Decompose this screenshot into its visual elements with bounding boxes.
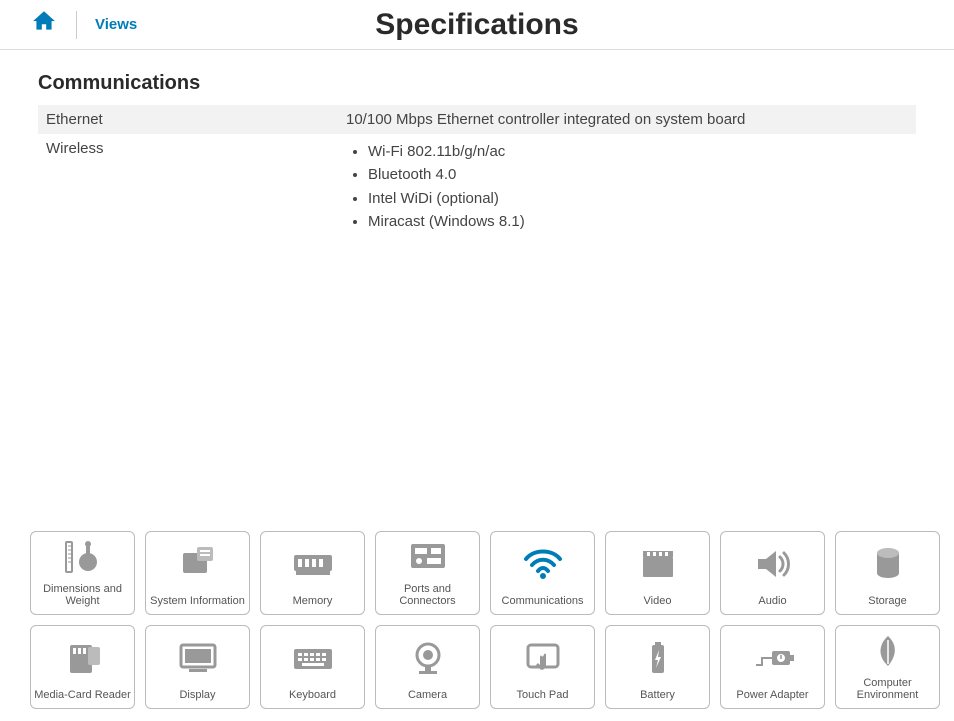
nav-tile-ports[interactable]: Ports and Connectors (375, 531, 480, 615)
nav-tile-system[interactable]: System Information (145, 531, 250, 615)
list-item: Wi-Fi 802.11b/g/n/ac (368, 140, 908, 163)
nav-tile-display[interactable]: Display (145, 625, 250, 709)
keyboard-icon (261, 626, 364, 689)
nav-tile-label: Communications (502, 595, 584, 608)
nav-tile-label: Display (179, 689, 215, 702)
ports-icon (376, 532, 479, 583)
wifi-icon (491, 532, 594, 595)
nav-tile-wifi[interactable]: Communications (490, 531, 595, 615)
nav-tile-label: Ports and Connectors (376, 583, 479, 608)
nav-tile-memory[interactable]: Memory (260, 531, 365, 615)
battery-icon (606, 626, 709, 689)
nav-tile-label: Dimensions and Weight (31, 583, 134, 608)
nav-tile-label: Battery (640, 689, 675, 702)
home-icon[interactable] (30, 8, 58, 41)
nav-tile-battery[interactable]: Battery (605, 625, 710, 709)
system-icon (146, 532, 249, 595)
nav-tile-label: Touch Pad (517, 689, 569, 702)
page-title: Specifications (375, 8, 578, 42)
spec-value: 10/100 Mbps Ethernet controller integrat… (338, 105, 916, 134)
spec-label: Wireless (38, 134, 338, 239)
display-icon (146, 626, 249, 689)
nav-tile-camera[interactable]: Camera (375, 625, 480, 709)
nav-tile-keyboard[interactable]: Keyboard (260, 625, 365, 709)
nav-tile-label: Camera (408, 689, 447, 702)
nav-tile-label: System Information (150, 595, 245, 608)
spec-table: Ethernet 10/100 Mbps Ethernet controller… (38, 105, 916, 239)
nav-tile-audio[interactable]: Audio (720, 531, 825, 615)
section-title: Communications (38, 72, 916, 95)
touchpad-icon (491, 626, 594, 689)
nav-tile-label: Keyboard (289, 689, 336, 702)
nav-tile-video[interactable]: Video (605, 531, 710, 615)
table-row: Wireless Wi-Fi 802.11b/g/n/ac Bluetooth … (38, 134, 916, 239)
wireless-list: Wi-Fi 802.11b/g/n/ac Bluetooth 4.0 Intel… (346, 140, 908, 233)
nav-tile-label: Storage (868, 595, 907, 608)
spec-label: Ethernet (38, 105, 338, 134)
nav-tile-label: Media-Card Reader (34, 689, 131, 702)
camera-icon (376, 626, 479, 689)
nav-tile-label: Audio (758, 595, 786, 608)
nav-tile-mediacard[interactable]: Media-Card Reader (30, 625, 135, 709)
memory-icon (261, 532, 364, 595)
video-icon (606, 532, 709, 595)
audio-icon (721, 532, 824, 595)
list-item: Intel WiDi (optional) (368, 187, 908, 210)
nav-tile-environment[interactable]: Computer Environment (835, 625, 940, 709)
spec-value: Wi-Fi 802.11b/g/n/ac Bluetooth 4.0 Intel… (338, 134, 916, 239)
nav-tile-touchpad[interactable]: Touch Pad (490, 625, 595, 709)
mediacard-icon (31, 626, 134, 689)
nav-tile-label: Video (644, 595, 672, 608)
header-divider (76, 11, 77, 39)
content: Communications Ethernet 10/100 Mbps Ethe… (0, 50, 954, 239)
nav-tile-label: Power Adapter (736, 689, 808, 702)
table-row: Ethernet 10/100 Mbps Ethernet controller… (38, 105, 916, 134)
list-item: Bluetooth 4.0 (368, 163, 908, 186)
nav-grid: Dimensions and Weight System Information M… (30, 531, 940, 709)
power-icon (721, 626, 824, 689)
nav-tile-storage[interactable]: Storage (835, 531, 940, 615)
nav-tile-dimensions[interactable]: Dimensions and Weight (30, 531, 135, 615)
nav-tile-label: Computer Environment (836, 677, 939, 702)
views-link[interactable]: Views (95, 16, 137, 33)
list-item: Miracast (Windows 8.1) (368, 210, 908, 233)
storage-icon (836, 532, 939, 595)
header: Views Specifications (0, 0, 954, 50)
environment-icon (836, 626, 939, 677)
nav-tile-power[interactable]: Power Adapter (720, 625, 825, 709)
nav-tile-label: Memory (293, 595, 333, 608)
dimensions-icon (31, 532, 134, 583)
